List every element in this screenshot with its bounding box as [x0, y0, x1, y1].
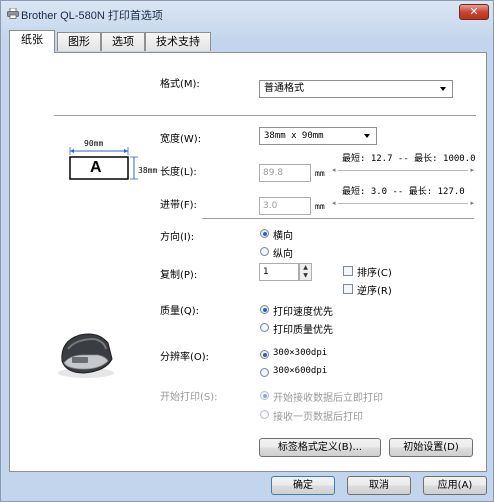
- collate-checkbox[interactable]: [343, 266, 353, 276]
- chevron-down-icon: [364, 134, 370, 138]
- reverse-checkbox[interactable]: [343, 284, 353, 294]
- tab-options[interactable]: 选项: [101, 32, 145, 51]
- stepper-down-icon: ▼: [303, 272, 308, 279]
- resolution-300x300-radio[interactable]: [260, 350, 269, 359]
- reverse-label: 逆序(R): [357, 286, 392, 297]
- tab-graphics[interactable]: 图形: [57, 32, 101, 51]
- printer-icon: [7, 8, 19, 19]
- stepper-up-icon: ▲: [303, 264, 308, 271]
- quality-label: 质量(Q):: [160, 306, 200, 317]
- window-title: Brother QL-580N 打印首选项: [21, 10, 163, 22]
- width-select[interactable]: 38mm x 90mm: [259, 127, 377, 145]
- preview-height-dim: 38mm: [138, 166, 158, 175]
- feed-slider[interactable]: ◂ ▸: [332, 198, 474, 208]
- length-unit: mm: [315, 169, 325, 178]
- defaults-button[interactable]: 初始设置(D): [389, 438, 473, 457]
- start-print-label: 开始打印(S):: [160, 392, 218, 403]
- close-button[interactable]: ✕: [459, 4, 489, 20]
- tab-panel-paper: 格式(M): 普通格式 90mm A 38mm 宽度(W): 38mm x 90…: [9, 52, 487, 472]
- feed-unit: mm: [315, 202, 325, 211]
- tab-strip: 纸张 图形 选项 技术支持: [9, 30, 489, 53]
- width-value: 38mm x 90mm: [264, 131, 324, 141]
- tab-support[interactable]: 技术支持: [145, 32, 211, 51]
- orientation-portrait-label: 纵向: [273, 249, 293, 260]
- length-slider[interactable]: ◂ ▸: [332, 165, 474, 175]
- copies-label: 复制(P):: [160, 270, 198, 281]
- quality-speed-radio[interactable]: [260, 305, 269, 314]
- label-preview: [69, 147, 138, 180]
- title-bar: Brother QL-580N 打印首选项 ✕: [1, 1, 494, 27]
- tab-paper[interactable]: 纸张: [9, 30, 55, 53]
- format-label: 格式(M):: [160, 79, 200, 90]
- ok-button[interactable]: 确定: [271, 476, 335, 495]
- feed-input[interactable]: 3.0: [259, 197, 311, 215]
- copies-input[interactable]: 1: [259, 263, 299, 281]
- start-print-after-page-radio[interactable]: [260, 410, 269, 419]
- feed-range: 最短: 3.0 -- 最长: 127.0: [342, 187, 465, 197]
- format-value: 普通格式: [264, 83, 304, 94]
- orientation-label: 方向(I):: [160, 232, 195, 243]
- collate-label: 排序(C): [357, 268, 392, 279]
- preferences-window: Brother QL-580N 打印首选项 ✕ 纸张 图形 选项 技术支持 格式…: [0, 0, 494, 502]
- label-format-button[interactable]: 标签格式定义(B)...: [259, 438, 381, 457]
- divider: [54, 115, 476, 117]
- orientation-landscape-radio[interactable]: [260, 229, 269, 238]
- resolution-300x300-label: 300×300dpi: [273, 348, 328, 358]
- copies-stepper[interactable]: ▲ ▼: [299, 263, 312, 281]
- start-print-immediate-radio[interactable]: [260, 391, 269, 400]
- resolution-300x600-radio[interactable]: [260, 368, 269, 377]
- divider: [202, 218, 474, 220]
- cancel-button[interactable]: 取消: [347, 476, 411, 495]
- quality-speed-label: 打印速度优先: [273, 307, 333, 318]
- start-print-after-page-label: 接收一页数据后打印: [273, 412, 363, 423]
- resolution-label: 分辨率(O):: [160, 352, 210, 363]
- printer-image: [58, 333, 114, 378]
- feed-label: 进带(F):: [160, 200, 197, 211]
- length-input[interactable]: 89.8: [259, 164, 311, 182]
- orientation-portrait-radio[interactable]: [260, 247, 269, 256]
- length-label: 长度(L):: [160, 167, 197, 178]
- quality-quality-radio[interactable]: [260, 323, 269, 332]
- length-range: 最短: 12.7 -- 最长: 1000.0: [342, 154, 476, 164]
- format-select[interactable]: 普通格式: [259, 80, 453, 98]
- orientation-landscape-label: 横向: [273, 231, 293, 242]
- resolution-300x600-label: 300×600dpi: [273, 366, 328, 376]
- preview-letter: A: [90, 159, 102, 176]
- quality-quality-label: 打印质量优先: [273, 325, 333, 336]
- apply-button[interactable]: 应用(A): [423, 476, 487, 495]
- start-print-immediate-label: 开始接收数据后立即打印: [273, 393, 383, 404]
- width-label: 宽度(W):: [160, 134, 202, 145]
- chevron-down-icon: [440, 87, 446, 91]
